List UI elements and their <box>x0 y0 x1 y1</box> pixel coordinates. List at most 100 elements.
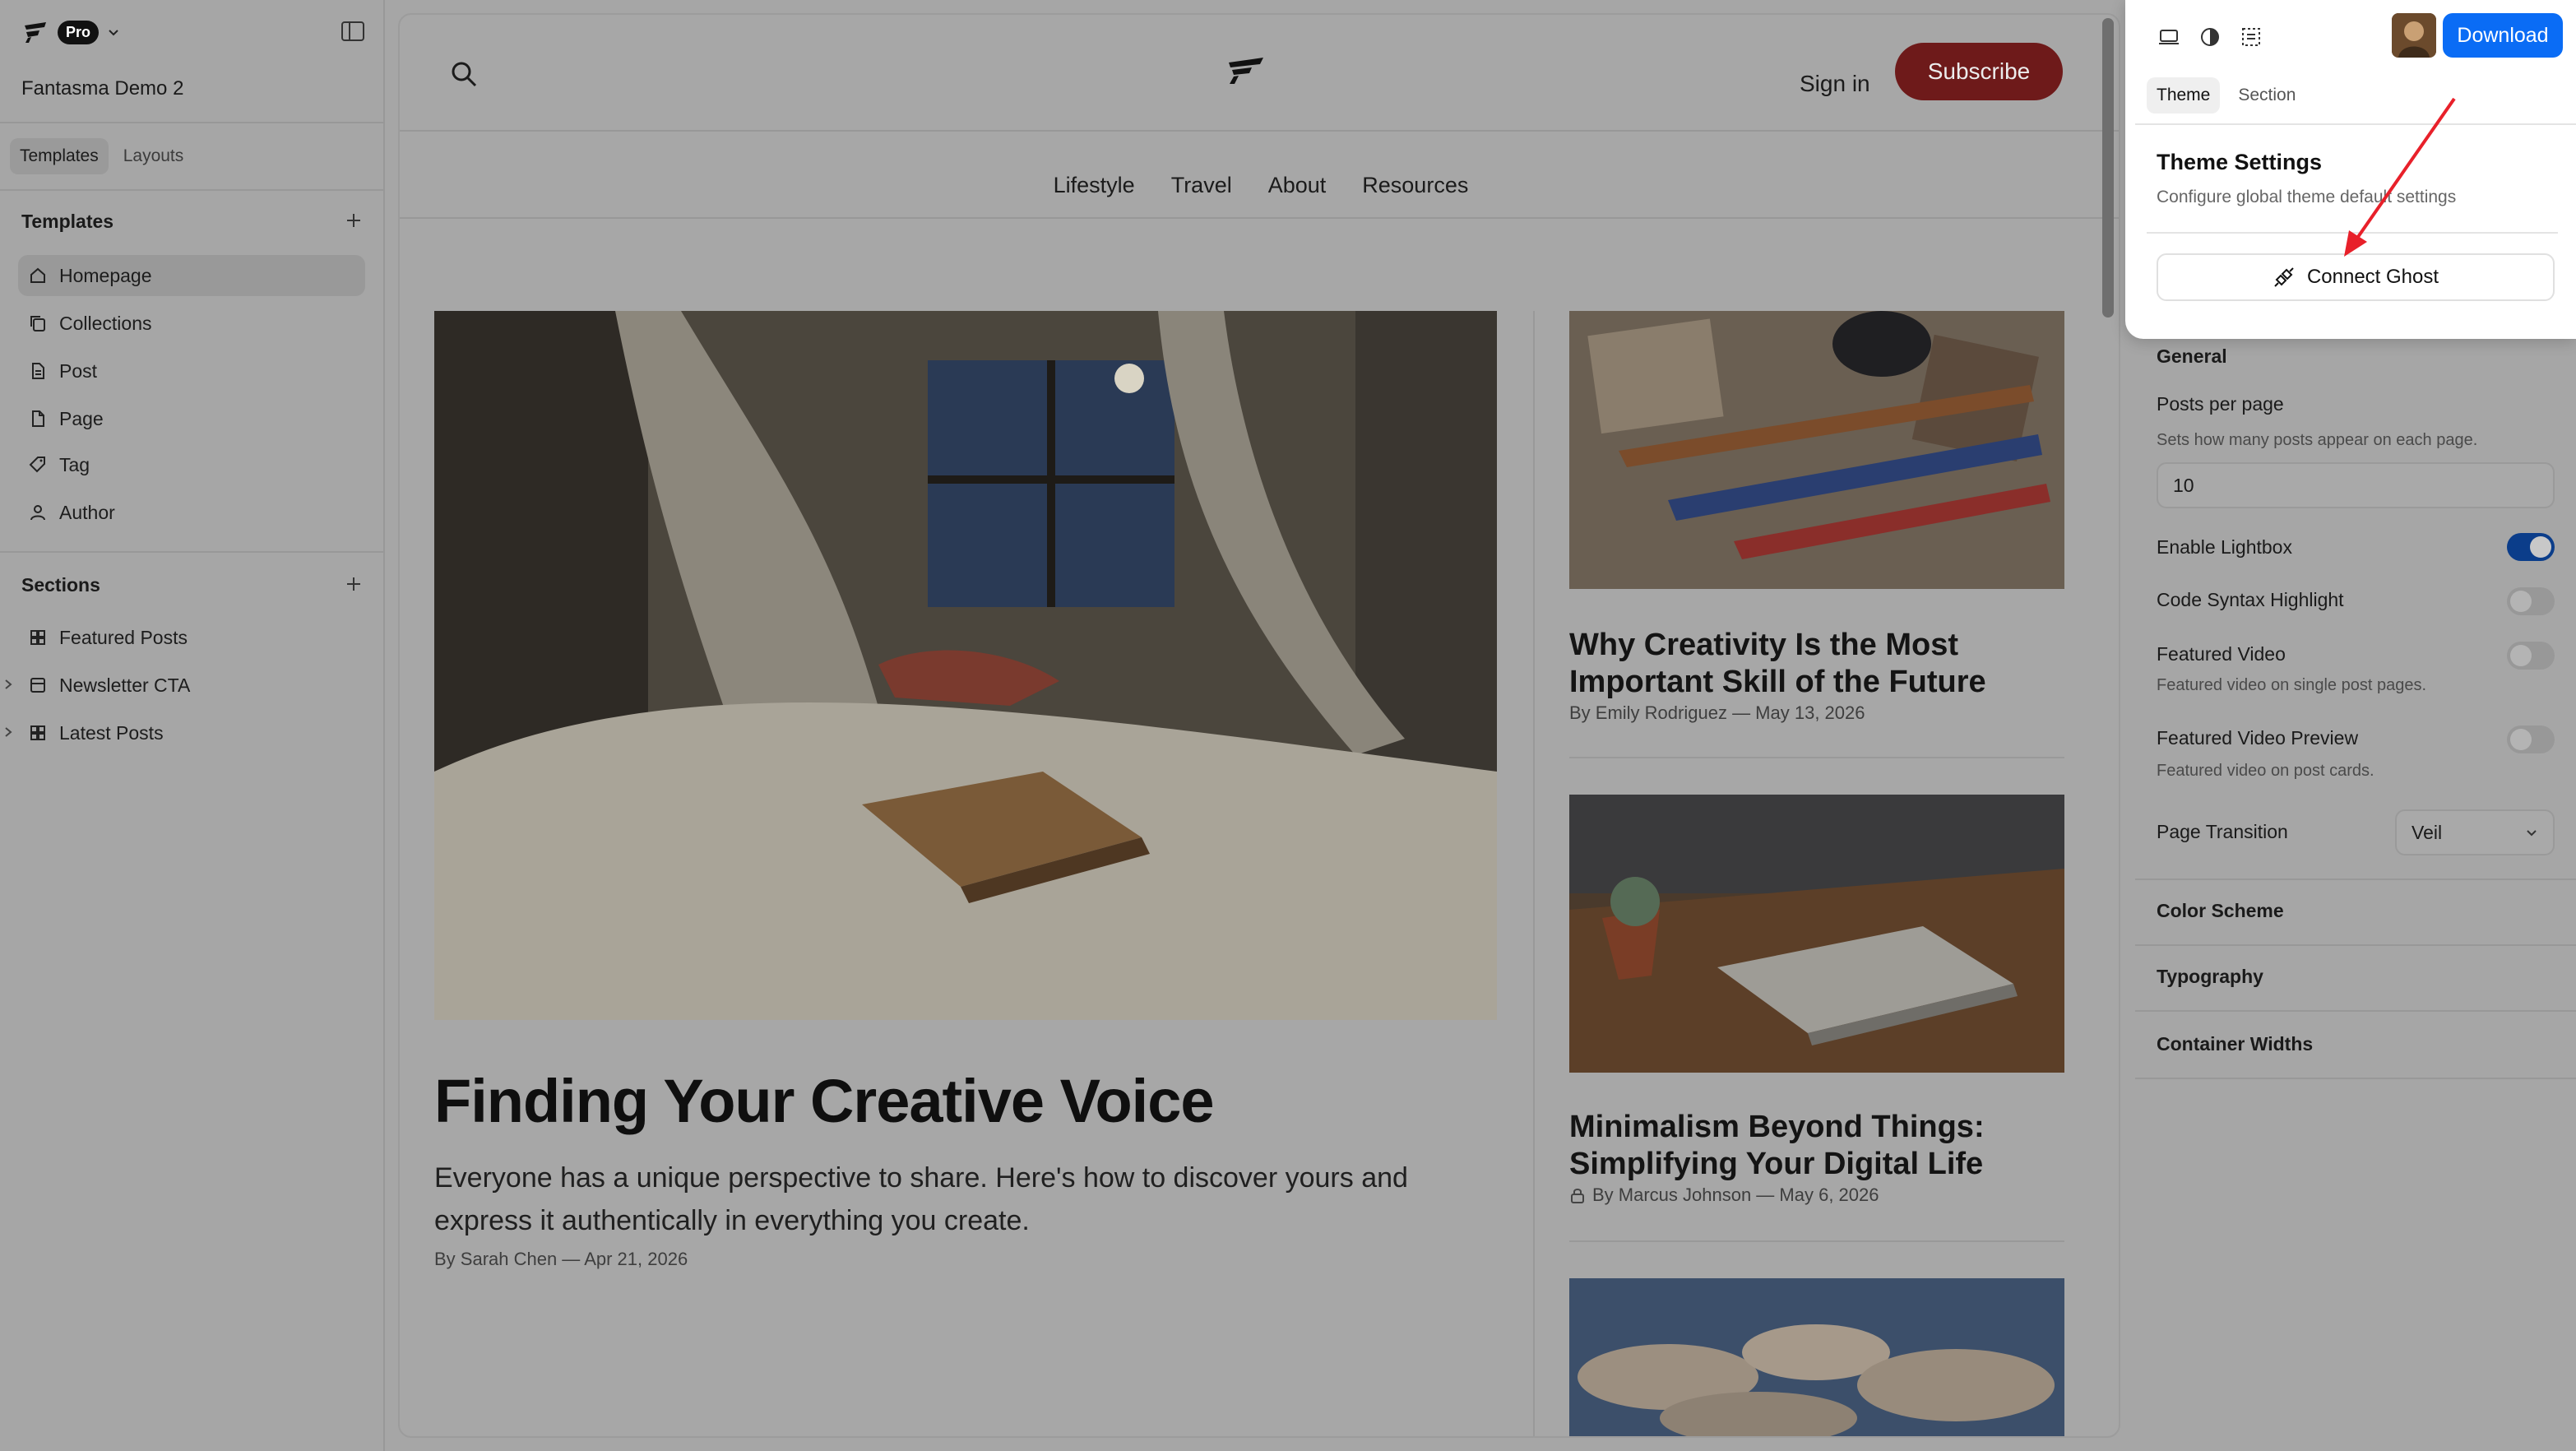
accordion-typography[interactable]: Typography <box>2157 966 2263 988</box>
nav-about[interactable]: About <box>1268 173 1327 198</box>
tab-section[interactable]: Section <box>2228 77 2305 114</box>
divider <box>2135 1078 2576 1079</box>
copy-icon <box>30 316 45 331</box>
sidebar-item-post[interactable]: Post <box>18 350 365 392</box>
site-nav: Lifestyle Travel About Resources <box>400 173 2119 198</box>
hero-image[interactable] <box>434 311 1497 1020</box>
hero-excerpt: Everyone has a unique perspective to sha… <box>434 1162 1408 1236</box>
sidebar-item-homepage[interactable]: Homepage <box>18 255 365 296</box>
page-transition-label: Page Transition <box>2157 821 2288 842</box>
card-byline-text: By Marcus Johnson — May 6, 2026 <box>1592 1184 1879 1205</box>
lock-icon <box>1571 1189 1584 1203</box>
nav-resources[interactable]: Resources <box>1362 173 1468 198</box>
desk-laptop-illustration <box>1569 795 2064 1073</box>
page-transition-select[interactable]: Veil <box>2395 809 2555 855</box>
divider <box>2135 944 2576 946</box>
hero-title[interactable]: Finding Your Creative Voice <box>434 1066 1215 1136</box>
hero-byline: By Sarah Chen — Apr 21, 2026 <box>434 1249 688 1269</box>
contrast-icon[interactable] <box>2198 25 2222 49</box>
add-section-icon[interactable] <box>344 574 364 594</box>
divider <box>1569 757 2064 758</box>
sidebar-item-page[interactable]: Page <box>18 398 365 439</box>
user-icon <box>30 505 45 521</box>
desktop-icon[interactable] <box>2157 25 2181 49</box>
site-preview: Sign in Subscribe Lifestyle Travel About… <box>398 13 2120 1438</box>
sidebar-item-label: Author <box>59 501 115 523</box>
device-toolbar <box>2157 25 2263 49</box>
preview-scrollbar[interactable] <box>2102 18 2114 318</box>
connect-ghost-label: Connect Ghost <box>2306 266 2439 288</box>
card-title[interactable]: Minimalism Beyond Things: Simplifying Yo… <box>1569 1109 2064 1183</box>
tag-icon <box>29 457 45 473</box>
sidebar-toggle-icon[interactable] <box>341 20 365 43</box>
featured-video-toggle[interactable] <box>2507 642 2555 670</box>
card-image[interactable] <box>1569 1278 2064 1436</box>
card-image[interactable] <box>1569 311 2064 589</box>
page-transition-value: Veil <box>2412 821 2443 843</box>
divider <box>2135 1010 2576 1012</box>
avatar[interactable] <box>2392 13 2436 58</box>
sidebar-item-newsletter-cta[interactable]: Newsletter CTA <box>18 665 365 706</box>
sign-in-link[interactable]: Sign in <box>1800 71 1870 97</box>
card-image[interactable] <box>1569 795 2064 1073</box>
download-button[interactable]: Download <box>2443 13 2563 58</box>
posts-per-page-input[interactable]: 10 <box>2157 462 2555 508</box>
accordion-color-scheme[interactable]: Color Scheme <box>2157 900 2284 922</box>
tab-layouts[interactable]: Layouts <box>114 138 194 174</box>
project-name: Fantasma Demo 2 <box>21 77 184 100</box>
search-icon[interactable] <box>447 58 480 90</box>
card-byline: By Emily Rodriguez — May 13, 2026 <box>1569 702 1865 724</box>
add-template-icon[interactable] <box>344 211 364 230</box>
nav-lifestyle[interactable]: Lifestyle <box>1054 173 1135 198</box>
chevron-right-icon[interactable] <box>3 726 13 739</box>
sidebar-item-featured-posts[interactable]: Featured Posts <box>18 617 365 658</box>
bedroom-illustration <box>434 311 1497 1020</box>
brand-logo-icon <box>25 22 46 43</box>
card-title[interactable]: Why Creativity Is the Most Important Ski… <box>1569 627 2064 701</box>
featured-video-label: Featured Video <box>2157 643 2286 665</box>
plug-icon <box>2274 267 2294 287</box>
posts-per-page-help: Sets how many posts appear on each page. <box>2157 431 2478 449</box>
left-sidebar: Pro Fantasma Demo 2 Templates Layouts Te… <box>0 0 385 1451</box>
code-syntax-toggle[interactable] <box>2507 587 2555 615</box>
subscribe-button[interactable]: Subscribe <box>1895 43 2063 100</box>
brand-menu[interactable]: Pro <box>21 18 120 46</box>
featured-video-preview-toggle[interactable] <box>2507 726 2555 753</box>
document-icon <box>32 363 44 379</box>
sidebar-item-label: Latest Posts <box>59 721 164 744</box>
featured-video-preview-label: Featured Video Preview <box>2157 727 2359 749</box>
sidebar-item-label: Homepage <box>59 264 152 286</box>
plan-badge: Pro <box>58 20 100 44</box>
paintbrushes-illustration <box>1569 311 2064 589</box>
annotation-arrow <box>2344 97 2456 257</box>
sidebar-item-label: Tag <box>59 453 90 475</box>
templates-heading: Templates <box>21 211 114 232</box>
sidebar-item-collections[interactable]: Collections <box>18 303 365 344</box>
divider <box>400 130 2119 132</box>
divider <box>0 551 385 553</box>
site-logo-icon[interactable] <box>1224 56 1267 86</box>
home-icon <box>30 267 45 283</box>
sidebar-item-label: Featured Posts <box>59 626 188 648</box>
chevron-right-icon[interactable] <box>3 678 13 691</box>
sidebar-item-author[interactable]: Author <box>18 492 365 533</box>
sky-clouds-illustration <box>1569 1278 2064 1436</box>
divider <box>1569 1240 2064 1242</box>
divider <box>0 189 385 191</box>
sidebar-item-tag[interactable]: Tag <box>18 444 365 485</box>
accordion-container-widths[interactable]: Container Widths <box>2157 1033 2313 1055</box>
divider <box>400 217 2119 219</box>
theme-settings-title: Theme Settings <box>2157 150 2323 174</box>
sidebar-item-label: Newsletter CTA <box>59 674 191 696</box>
enable-lightbox-toggle[interactable] <box>2507 533 2555 561</box>
select-frame-icon[interactable] <box>2239 25 2263 49</box>
sidebar-item-label: Post <box>59 359 98 382</box>
tab-templates[interactable]: Templates <box>10 138 109 174</box>
file-icon <box>32 410 44 427</box>
nav-travel[interactable]: Travel <box>1171 173 1232 198</box>
divider <box>0 122 385 123</box>
sidebar-item-latest-posts[interactable]: Latest Posts <box>18 712 365 753</box>
tab-theme[interactable]: Theme <box>2147 77 2221 114</box>
sidebar-item-label: Page <box>59 407 104 429</box>
card-byline-text: By Emily Rodriguez — May 13, 2026 <box>1569 702 1865 723</box>
